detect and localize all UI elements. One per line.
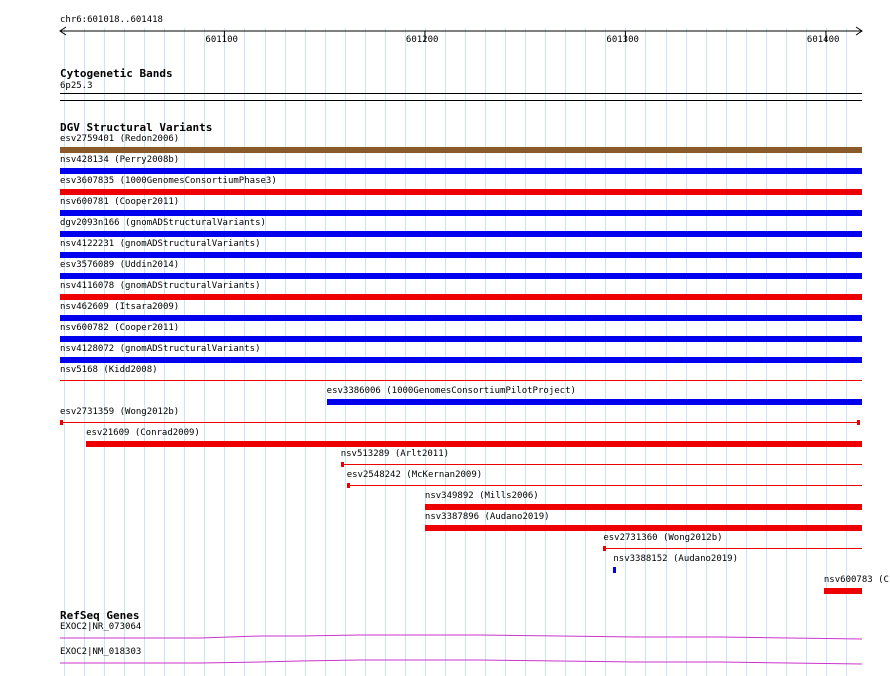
gene-model-nr-073064 bbox=[60, 634, 863, 640]
gene-model-nm-018303 bbox=[60, 659, 863, 665]
refseq-gene-svg bbox=[60, 634, 863, 665]
genome-browser-view: chr6:601018..601418 601100 601200 601300 60… bbox=[0, 0, 890, 676]
